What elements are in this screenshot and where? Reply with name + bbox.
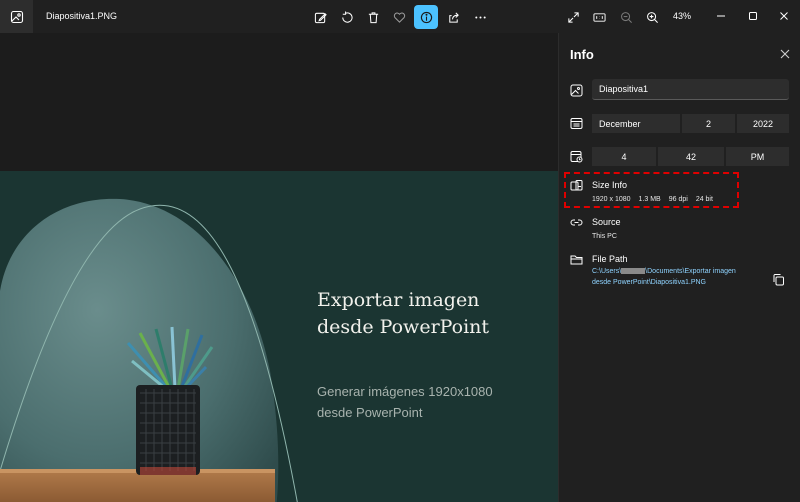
redacted-username (621, 268, 646, 275)
time-minute-field[interactable]: 42 (658, 147, 724, 166)
calendar-icon (570, 117, 583, 130)
delete-icon[interactable] (361, 5, 385, 29)
more-icon[interactable] (468, 5, 492, 29)
slide-subtitle: Generar imágenes 1920x1080 desde PowerPo… (317, 384, 493, 420)
fullscreen-icon[interactable] (561, 5, 585, 29)
slide-image: Exportar imagen desde PowerPoint Generar… (0, 171, 558, 502)
close-panel-icon[interactable] (777, 46, 793, 62)
image-viewer[interactable]: Exportar imagen desde PowerPoint Generar… (0, 33, 558, 502)
time-hour-field[interactable]: 4 (592, 147, 656, 166)
link-icon (570, 216, 583, 229)
info-panel: Info Diapositiva1 December 2 2022 4 42 P… (558, 33, 800, 502)
copy-path-icon[interactable] (772, 273, 786, 287)
file-path-link[interactable]: C:\Users\ \Documents\Exportar imagen desd… (592, 266, 762, 288)
date-month-field[interactable]: December (592, 114, 680, 133)
photos-app-icon (0, 0, 33, 33)
image-icon (570, 84, 583, 97)
minimize-icon[interactable] (709, 4, 733, 28)
edit-image-icon[interactable] (308, 5, 332, 29)
zoom-level[interactable]: 43% (673, 11, 691, 21)
info-icon[interactable] (414, 5, 438, 29)
date-day-field[interactable]: 2 (682, 114, 735, 133)
slide-title: Exportar imagen desde PowerPoint (317, 289, 490, 338)
zoom-in-icon[interactable] (640, 5, 664, 29)
rotate-icon[interactable] (334, 5, 358, 29)
maximize-icon[interactable] (741, 4, 765, 28)
zoom-out-icon[interactable] (614, 5, 638, 29)
name-field[interactable]: Diapositiva1 (592, 79, 789, 100)
file-path-label: File Path (592, 254, 628, 264)
source-value: This PC (592, 233, 617, 240)
share-icon[interactable] (441, 5, 465, 29)
favorite-icon[interactable] (387, 5, 411, 29)
file-name: Diapositiva1.PNG (46, 11, 118, 21)
title-bar: Diapositiva1.PNG 43% (0, 0, 800, 33)
clock-calendar-icon (570, 150, 583, 163)
folder-icon (570, 253, 583, 266)
date-year-field[interactable]: 2022 (737, 114, 789, 133)
actual-size-icon[interactable] (587, 5, 611, 29)
source-label: Source (592, 217, 621, 227)
close-window-icon[interactable] (772, 4, 796, 28)
panel-title: Info (570, 47, 594, 62)
size-info-highlight (564, 172, 739, 208)
time-period-field[interactable]: PM (726, 147, 789, 166)
